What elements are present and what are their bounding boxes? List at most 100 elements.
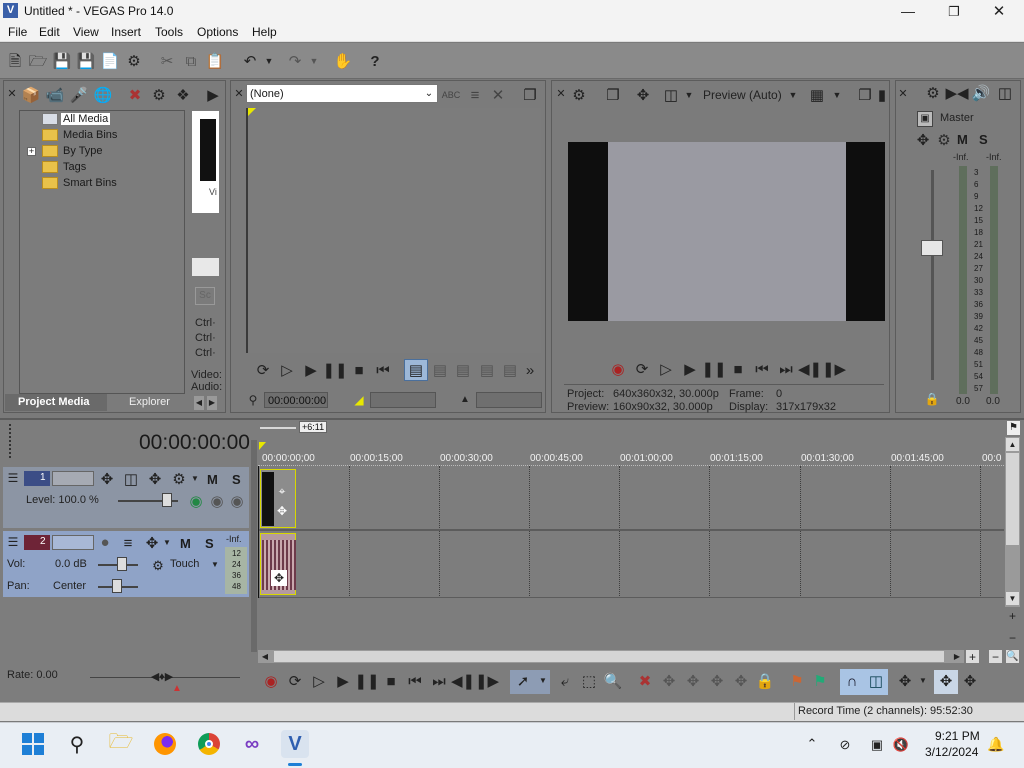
bus-motion-icon[interactable]: ✥: [914, 131, 932, 149]
open-icon[interactable]: 🗁: [29, 52, 48, 70]
mixer-downmix-icon[interactable]: ▶◀: [945, 84, 968, 102]
abc-icon[interactable]: ABC: [442, 86, 461, 104]
loop-icon[interactable]: ⟳: [633, 360, 651, 378]
file-explorer-icon[interactable]: 🗁: [107, 730, 135, 758]
vertical-scrollbar[interactable]: ▲ ▼: [1005, 437, 1020, 607]
play-from-start-icon[interactable]: ▷: [310, 672, 328, 690]
trim-option-icon[interactable]: ▤: [478, 361, 496, 379]
master-fader-knob[interactable]: [921, 240, 943, 256]
more-arrow-icon[interactable]: »: [523, 361, 537, 379]
media-scroll-track[interactable]: [192, 258, 219, 276]
tree-item-by-type[interactable]: By Type: [63, 145, 103, 157]
menu-insert[interactable]: Insert: [111, 25, 141, 39]
chevron-down-icon[interactable]: ▼: [832, 89, 842, 101]
play-icon[interactable]: ▶: [681, 360, 699, 378]
track-properties-icon[interactable]: ⚙: [170, 470, 188, 488]
compositing-icon[interactable]: ◫: [122, 470, 140, 488]
track1-solo-button[interactable]: S: [232, 472, 241, 487]
zoom-tool-icon[interactable]: 🔍: [1006, 650, 1019, 663]
tree-item-smart-bins[interactable]: Smart Bins: [63, 177, 117, 189]
mixer-properties-icon[interactable]: ⚙: [924, 84, 942, 102]
paste-icon[interactable]: 📋: [206, 52, 225, 70]
copy-icon[interactable]: ⧉: [182, 52, 200, 70]
save-icon[interactable]: 💾: [53, 52, 72, 70]
horizontal-scrollbar[interactable]: ◀ ▶: [258, 650, 964, 663]
scroll-thumb[interactable]: [1006, 453, 1019, 545]
go-to-start-icon[interactable]: ⏮: [753, 360, 771, 378]
play-from-start-icon[interactable]: ▷: [657, 360, 675, 378]
record-icon[interactable]: ◉: [609, 360, 627, 378]
chevron-down-icon[interactable]: ▼: [918, 675, 928, 687]
insert-region-icon[interactable]: ⚑: [811, 672, 829, 690]
tab-project-media[interactable]: Project Media: [18, 396, 90, 408]
envelope-tool-icon[interactable]: ⤶: [556, 672, 574, 690]
volume-muted-icon[interactable]: 🔇: [892, 735, 910, 753]
menu-help[interactable]: Help: [252, 25, 277, 39]
event-fx-icon[interactable]: ✥: [275, 504, 289, 518]
tab-scroll-right-icon[interactable]: ▶: [207, 396, 217, 410]
media-fx-icon[interactable]: ❖: [174, 86, 192, 104]
undo-icon[interactable]: ↶: [241, 52, 259, 70]
composite-mode-icon[interactable]: ◉: [188, 493, 204, 509]
scroll-right-icon[interactable]: ▶: [951, 650, 963, 663]
chrome-icon[interactable]: [195, 730, 223, 758]
play-from-start-icon[interactable]: ▷: [278, 361, 296, 379]
pause-icon[interactable]: ❚❚: [354, 672, 379, 690]
close-icon[interactable]: ✕: [987, 1, 1011, 21]
previous-frame-icon[interactable]: ◀❚: [451, 672, 475, 690]
ignore-grouping-icon[interactable]: ✥: [961, 672, 979, 690]
trimmer-media-dropdown[interactable]: (None) ⌄: [246, 84, 438, 103]
preview-fx-icon[interactable]: ◫: [662, 86, 680, 104]
render-icon[interactable]: 📄: [101, 52, 120, 70]
copy-snapshot-icon[interactable]: ❐: [856, 86, 874, 104]
chevron-down-icon[interactable]: ▼: [788, 89, 798, 101]
pane-close-icon[interactable]: ✕: [898, 86, 908, 102]
pause-icon[interactable]: ❚❚: [701, 360, 726, 378]
redo-dropdown-icon[interactable]: ▼: [309, 55, 319, 67]
clock-time[interactable]: 9:21 PM: [935, 729, 980, 743]
automation-settings-icon[interactable]: ⚙: [150, 557, 166, 573]
track2-solo-button[interactable]: S: [205, 536, 214, 551]
chevron-up-icon[interactable]: ⌃: [804, 735, 820, 751]
menu-edit[interactable]: Edit: [39, 25, 60, 39]
zoom-edit-tool-icon[interactable]: 🔍: [604, 672, 623, 690]
hand-tool-icon[interactable]: ✋: [334, 52, 353, 70]
ripple-edit-icon[interactable]: ✥: [896, 672, 914, 690]
track1-mute-button[interactable]: M: [207, 472, 218, 487]
record-icon[interactable]: ◉: [262, 672, 280, 690]
preview-quality-dropdown[interactable]: Preview (Auto): [703, 88, 782, 102]
overlays-grid-icon[interactable]: ▦: [808, 86, 826, 104]
stop-icon[interactable]: ■: [350, 361, 368, 379]
search-box-icon[interactable]: Sc: [195, 287, 215, 305]
network-icon[interactable]: ⊘: [836, 735, 854, 753]
undo-dropdown-icon[interactable]: ▼: [264, 55, 274, 67]
track-name-field[interactable]: [52, 471, 94, 486]
pane-close-icon[interactable]: ✕: [556, 86, 566, 102]
event-fx-icon[interactable]: ✥: [271, 570, 287, 586]
cut-icon[interactable]: ✂: [158, 52, 176, 70]
volume-slider-knob[interactable]: [117, 557, 127, 571]
search-icon[interactable]: ⚲: [63, 730, 91, 758]
insert-marker-icon[interactable]: ⚑: [788, 672, 806, 690]
tab-explorer[interactable]: Explorer: [129, 396, 170, 408]
trim-option-icon[interactable]: ▤: [431, 361, 449, 379]
loop-region-bar[interactable]: [260, 423, 296, 429]
master-mute-button[interactable]: M: [957, 132, 968, 147]
zoom-out-vertical-icon[interactable]: −: [1006, 631, 1019, 644]
bus-fx-icon[interactable]: ⚙: [935, 131, 953, 149]
master-solo-button[interactable]: S: [979, 132, 988, 147]
trim-icon[interactable]: ✥: [660, 672, 678, 690]
loop-icon[interactable]: ⟳: [254, 361, 272, 379]
track2-mute-button[interactable]: M: [180, 536, 191, 551]
previous-frame-icon[interactable]: ◀❚: [798, 360, 822, 378]
track-minimize-icon[interactable]: ☰: [6, 535, 20, 549]
go-to-end-icon[interactable]: ⏭: [430, 672, 448, 690]
more-arrow-icon[interactable]: ▶: [204, 86, 222, 104]
preview-properties-icon[interactable]: ⚙: [570, 86, 588, 104]
play-icon[interactable]: ▶: [302, 361, 320, 379]
save-as-icon[interactable]: 💾: [77, 52, 96, 70]
lock-envelopes-icon[interactable]: ✥: [937, 672, 955, 690]
horizontal-scroll-thumb[interactable]: [274, 651, 944, 662]
scroll-left-icon[interactable]: ◀: [259, 650, 271, 663]
arm-record-icon[interactable]: ●: [97, 534, 113, 550]
